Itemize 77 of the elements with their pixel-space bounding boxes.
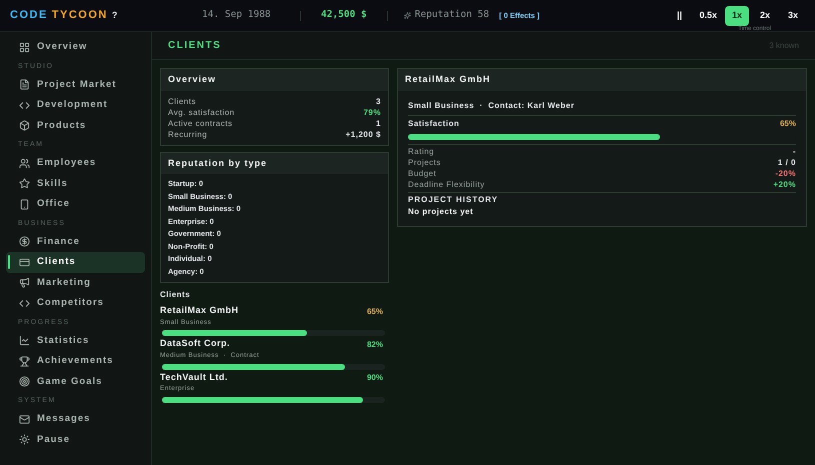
target-icon xyxy=(19,376,30,388)
panel-title: RetailMax GmbH xyxy=(398,69,806,90)
detail-label: Projects xyxy=(408,156,441,168)
code-icon xyxy=(19,100,30,111)
sidebar-item[interactable]: Achievements xyxy=(6,351,145,372)
page-title: CLIENTS xyxy=(168,39,222,53)
sparkle-icon xyxy=(404,12,411,19)
detail-value: 1 / 0 xyxy=(778,156,796,168)
sidebar-item[interactable]: Project Market xyxy=(6,74,145,95)
panel-title: Overview xyxy=(161,69,388,90)
detail-label: Rating xyxy=(408,146,434,156)
code-icon xyxy=(19,298,30,309)
help-link[interactable]: ? xyxy=(112,8,119,22)
history-heading: PROJECT HISTORY xyxy=(408,192,796,206)
detail-value: +20% xyxy=(773,178,796,190)
stat-value: 79% xyxy=(363,106,381,118)
sidebar-item[interactable]: Employees xyxy=(6,153,145,174)
sidebar-item[interactable]: Clients xyxy=(6,252,145,272)
satisfaction-label: Satisfaction xyxy=(408,118,460,130)
active-indicator xyxy=(8,255,10,269)
sidebar-item[interactable]: Messages xyxy=(6,409,145,430)
sidebar-item[interactable]: Finance xyxy=(6,232,145,252)
sidebar-item[interactable]: Statistics xyxy=(6,330,145,351)
trophy-icon xyxy=(19,356,30,367)
speed-button[interactable]: 3x xyxy=(781,6,805,26)
mail-icon xyxy=(19,414,30,425)
document-icon xyxy=(19,79,30,90)
satisfaction-percent: 65% xyxy=(366,306,383,318)
sidebar-item[interactable]: Pause xyxy=(6,430,145,450)
reputation-value: Reputation 58 xyxy=(414,8,490,22)
stat-value: 3 xyxy=(376,96,381,106)
client-subtitle: Small Business · Contact: Karl Weber xyxy=(408,100,576,112)
detail-value: -20% xyxy=(775,168,796,178)
client-name: DataSoft Corp. xyxy=(160,337,230,350)
sidebar-item[interactable]: Office xyxy=(6,194,145,214)
history-empty-text: No projects yet xyxy=(408,206,474,218)
cube-icon xyxy=(19,120,30,132)
money-amount: 42,500 $ xyxy=(320,8,368,22)
megaphone-icon xyxy=(19,277,30,288)
satisfaction-percent: 82% xyxy=(366,338,383,351)
phone-icon xyxy=(19,198,30,210)
sidebar-item[interactable]: Products xyxy=(6,116,145,136)
game-date: 14. Sep 1988 xyxy=(202,8,272,22)
panel-title: Reputation by type xyxy=(161,152,388,174)
speed-button[interactable]: 2x xyxy=(753,6,777,26)
sidebar-item[interactable]: Development xyxy=(6,95,145,116)
sidebar-item[interactable]: Competitors xyxy=(6,293,145,314)
stat-label: Clients xyxy=(168,96,196,106)
line-chart-icon xyxy=(19,335,30,346)
section-title: Clients xyxy=(160,289,192,301)
logo-text: CODE xyxy=(10,8,48,24)
client-name: RetailMax GmbH xyxy=(160,304,239,317)
star-icon xyxy=(19,178,30,190)
sidebar-item[interactable]: Skills xyxy=(6,174,145,194)
logo-text: TYCOON xyxy=(52,8,108,24)
grid-icon xyxy=(19,42,30,53)
stat-value: +1,200 $ xyxy=(346,128,381,140)
speed-button[interactable]: 0.5x xyxy=(695,6,721,26)
stat-value: 1 xyxy=(376,118,381,128)
detail-value: - xyxy=(792,146,796,156)
sidebar-item[interactable]: Overview xyxy=(6,37,145,58)
satisfaction-percent: 90% xyxy=(366,372,383,384)
speed-button[interactable]: 1x xyxy=(725,6,749,26)
client-name: TechVault Ltd. xyxy=(160,370,228,384)
speed-button[interactable]: || xyxy=(667,6,692,26)
sun-icon xyxy=(19,434,30,446)
card-icon xyxy=(19,256,30,268)
stat-label: Avg. satisfaction xyxy=(168,106,235,118)
stat-label: Recurring xyxy=(168,128,208,140)
coin-icon xyxy=(19,236,30,248)
users-icon xyxy=(19,158,30,169)
stat-label: Active contracts xyxy=(168,118,232,128)
satisfaction-percent: 65% xyxy=(780,118,796,130)
detail-label: Deadline Flexibility xyxy=(408,178,485,190)
sidebar-item[interactable]: Game Goals xyxy=(6,372,145,392)
sidebar-item[interactable]: Marketing xyxy=(6,272,145,293)
detail-label: Budget xyxy=(408,168,436,178)
